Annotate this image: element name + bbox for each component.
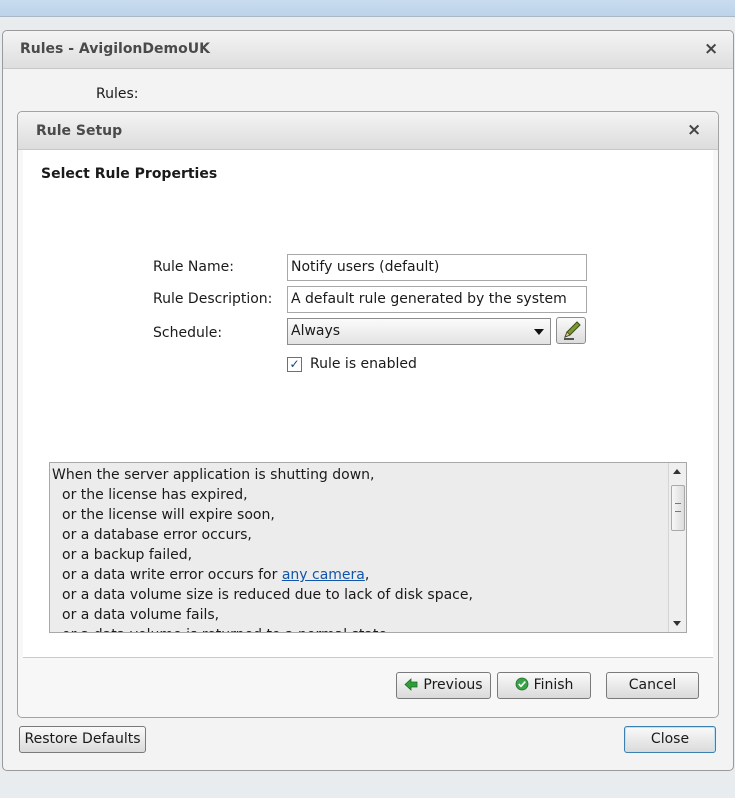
previous-button[interactable]: Previous: [396, 672, 491, 699]
cancel-button[interactable]: Cancel: [606, 672, 699, 699]
schedule-label: Schedule:: [153, 325, 223, 341]
description-line-suffix: ,: [364, 567, 370, 583]
description-line-camera: or a data write error occurs for any cam…: [52, 565, 666, 585]
check-circle-icon: [515, 677, 528, 691]
section-title: Select Rule Properties: [41, 166, 218, 182]
rule-properties-panel: Select Rule Properties Rule Name: Notify…: [23, 150, 713, 658]
finish-button[interactable]: Finish: [497, 672, 591, 699]
description-line: or a data volume fails,: [62, 607, 220, 623]
rules-label: Rules:: [96, 86, 139, 102]
rules-window: Rules - AvigilonDemoUK × Rules: Restore …: [2, 30, 734, 771]
rule-setup-close-icon[interactable]: ×: [687, 122, 701, 139]
arrow-left-icon: [404, 678, 418, 691]
description-line: or a data volume size is reduced due to …: [62, 587, 473, 603]
finish-label: Finish: [533, 677, 574, 693]
schedule-value: Always: [291, 323, 341, 339]
description-line: When the server application is shutting …: [52, 467, 375, 483]
rules-window-close-icon[interactable]: ×: [704, 41, 718, 58]
edit-schedule-button[interactable]: [556, 317, 586, 344]
rule-enabled-checkbox[interactable]: ✓: [287, 357, 302, 372]
scroll-thumb[interactable]: [671, 485, 685, 531]
cancel-label: Cancel: [628, 677, 677, 693]
schedule-dropdown[interactable]: Always: [287, 318, 551, 345]
description-line-text: or a data write error occurs for: [62, 567, 282, 583]
previous-label: Previous: [423, 677, 483, 693]
description-line: or the license has expired,: [62, 487, 248, 503]
rule-name-label: Rule Name:: [153, 259, 234, 275]
rules-window-titlebar: Rules - AvigilonDemoUK ×: [3, 31, 733, 69]
background-window-bar: [0, 0, 735, 17]
rule-setup-title: Rule Setup: [36, 123, 123, 139]
restore-defaults-button[interactable]: Restore Defaults: [19, 726, 146, 753]
description-line: or a backup failed,: [62, 547, 193, 563]
rule-setup-titlebar: Rule Setup ×: [18, 112, 718, 150]
description-line: or the license will expire soon,: [62, 507, 275, 523]
restore-defaults-label: Restore Defaults: [24, 731, 141, 747]
chevron-down-icon: [534, 329, 544, 335]
pencil-icon: [564, 321, 581, 340]
rule-enabled-label: Rule is enabled: [310, 356, 417, 372]
any-camera-link[interactable]: any camera: [282, 567, 365, 583]
description-scrollbar[interactable]: [668, 463, 686, 632]
description-line: or a data volume is returned to a normal…: [52, 625, 666, 632]
scroll-down-icon[interactable]: [673, 621, 681, 626]
close-button[interactable]: Close: [624, 726, 716, 753]
close-button-label: Close: [650, 731, 690, 747]
rule-description-input[interactable]: A default rule generated by the system: [287, 286, 587, 313]
rules-window-title: Rules - AvigilonDemoUK: [20, 41, 210, 57]
rule-description-box: When the server application is shutting …: [49, 462, 687, 633]
rule-setup-dialog: Rule Setup × Select Rule Properties Rule…: [17, 111, 719, 718]
rule-description-label: Rule Description:: [153, 291, 273, 307]
scroll-up-icon[interactable]: [673, 469, 681, 474]
rule-description-text: When the server application is shutting …: [52, 465, 666, 632]
rule-name-input[interactable]: Notify users (default): [287, 254, 587, 281]
description-line: or a database error occurs,: [62, 527, 252, 543]
